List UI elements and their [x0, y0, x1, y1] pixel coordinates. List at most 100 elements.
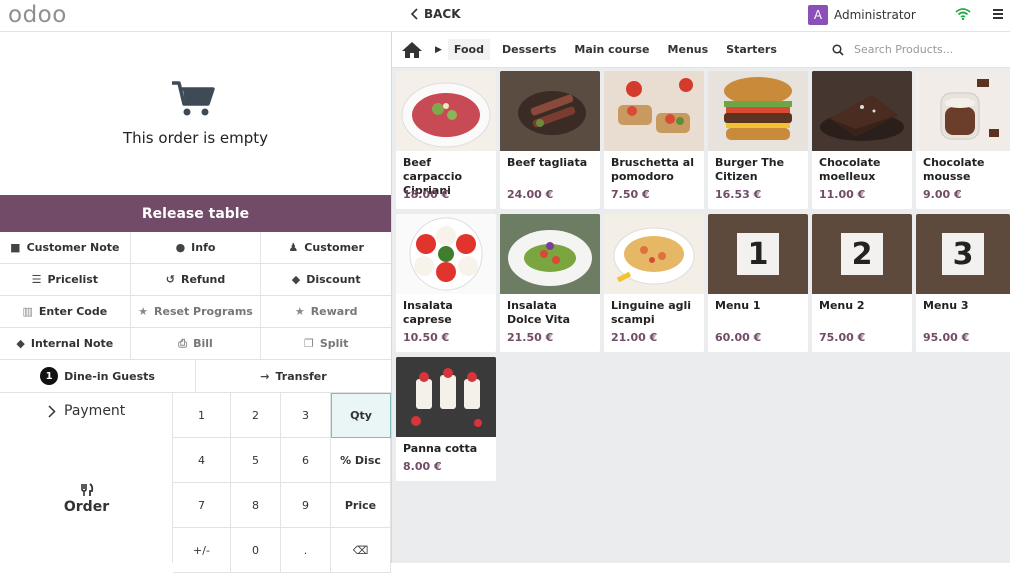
product-card-bruschetta[interactable]: Bruschetta al pomodoro 7.50 € [604, 71, 704, 209]
product-image [396, 71, 496, 151]
avatar: A [808, 5, 828, 25]
home-icon[interactable] [401, 41, 423, 59]
product-card-menu-2[interactable]: 2 Menu 2 75.00 € [812, 214, 912, 352]
refund-button[interactable]: ↺ Refund [131, 264, 262, 295]
product-card-chocolate-mousse[interactable]: Chocolate mousse 9.00 € [916, 71, 1010, 209]
product-image [604, 214, 704, 294]
qty-mode-button[interactable]: Qty [331, 393, 391, 438]
undo-icon: ↺ [165, 273, 175, 286]
transfer-button[interactable]: → Transfer [196, 360, 391, 392]
chevron-left-icon [410, 8, 418, 20]
utensils-icon [80, 483, 93, 496]
tag-icon: ◆ [291, 273, 301, 286]
product-price: 75.00 € [819, 331, 866, 344]
odoo-logo: odoo [8, 2, 67, 28]
numpad-key-6[interactable]: 6 [281, 438, 331, 483]
menu-number-badge: 3 [942, 233, 984, 275]
numpad-key-7[interactable]: 7 [173, 483, 231, 528]
numpad-key-5[interactable]: 5 [231, 438, 281, 483]
payment-button[interactable]: Payment [48, 403, 125, 419]
control-row-4: ◆ Internal Note ⎙ Bill ❐ Split [0, 328, 391, 360]
product-price: 8.00 € [403, 460, 442, 473]
category-food[interactable]: Food [447, 39, 490, 60]
decimal-button[interactable]: . [281, 528, 331, 573]
product-card-chocolate-moelleux[interactable]: Chocolate moelleux 11.00 € [812, 71, 912, 209]
category-starters[interactable]: Starters [720, 39, 783, 60]
control-row-2: ☰ Pricelist ↺ Refund ◆ Discount [0, 264, 391, 296]
numpad-key-3[interactable]: 3 [281, 393, 331, 438]
discount-mode-button[interactable]: % Disc [331, 438, 391, 483]
product-image [500, 214, 600, 294]
product-card-burger[interactable]: Burger The Citizen 16.53 € [708, 71, 808, 209]
product-card-insalata-caprese[interactable]: Insalata caprese 10.50 € [396, 214, 496, 352]
category-main-course[interactable]: Main course [568, 39, 655, 60]
product-price: 7.50 € [611, 188, 650, 201]
product-card-linguine[interactable]: Linguine agli scampi 21.00 € [604, 214, 704, 352]
numpad-key-8[interactable]: 8 [231, 483, 281, 528]
customer-note-button[interactable]: ■ Customer Note [0, 232, 131, 263]
product-price: 21.00 € [611, 331, 658, 344]
category-menus[interactable]: Menus [662, 39, 715, 60]
price-mode-button[interactable]: Price [331, 483, 391, 528]
numpad-key-1[interactable]: 1 [173, 393, 231, 438]
product-image: 3 [916, 214, 1010, 294]
product-card-panna-cotta[interactable]: Panna cotta 8.00 € [396, 357, 496, 481]
split-button[interactable]: ❐ Split [261, 328, 391, 359]
user-icon: ♟ [288, 241, 299, 254]
product-name: Burger The Citizen [715, 156, 785, 183]
print-icon: ⎙ [178, 336, 188, 350]
product-name: Menu 1 [715, 299, 761, 312]
product-name: Bruschetta al pomodoro [611, 156, 694, 183]
category-bar: ▶ Food Desserts Main course Menus Starte… [392, 32, 1010, 68]
back-button[interactable]: BACK [410, 7, 461, 21]
product-image [916, 71, 1010, 151]
release-table-button[interactable]: Release table [0, 195, 391, 232]
product-card-insalata-dolce-vita[interactable]: Insalata Dolce Vita 21.50 € [500, 214, 600, 352]
hamburger-menu-icon[interactable] [993, 9, 1003, 21]
product-image [500, 71, 600, 151]
reset-programs-button[interactable]: ★ Reset Programs [131, 296, 262, 327]
search-products[interactable]: Search Products... [832, 43, 953, 56]
payment-area: Payment Order [0, 393, 173, 563]
dine-in-guests-button[interactable]: 1 Dine-in Guests [0, 360, 196, 392]
reward-button[interactable]: ★ Reward [261, 296, 391, 327]
product-card-beef-tagliata[interactable]: Beef tagliata 24.00 € [500, 71, 600, 209]
tag-icon: ◆ [16, 337, 25, 350]
product-price: 24.00 € [507, 188, 554, 201]
info-button[interactable]: ● Info [131, 232, 262, 263]
pricelist-button[interactable]: ☰ Pricelist [0, 264, 131, 295]
product-card-menu-1[interactable]: 1 Menu 1 60.00 € [708, 214, 808, 352]
user-menu[interactable]: A Administrator [808, 5, 916, 25]
discount-button[interactable]: ◆ Discount [261, 264, 391, 295]
product-card-menu-3[interactable]: 3 Menu 3 95.00 € [916, 214, 1010, 352]
wifi-icon [955, 8, 971, 20]
internal-note-button[interactable]: ◆ Internal Note [0, 328, 131, 359]
customer-button[interactable]: ♟ Customer [261, 232, 391, 263]
control-row-3: ▥ Enter Code ★ Reset Programs ★ Reward [0, 296, 391, 328]
product-image [812, 71, 912, 151]
product-card-beef-carpaccio[interactable]: Beef carpaccio Cipriani 18.00 € [396, 71, 496, 209]
product-name: Chocolate mousse [923, 156, 985, 183]
enter-code-button[interactable]: ▥ Enter Code [0, 296, 131, 327]
guests-count-badge: 1 [40, 367, 59, 385]
plus-minus-button[interactable]: +/- [173, 528, 231, 573]
numpad-key-9[interactable]: 9 [281, 483, 331, 528]
product-image [708, 71, 808, 151]
product-name: Menu 2 [819, 299, 865, 312]
product-name: Menu 3 [923, 299, 969, 312]
search-icon [832, 43, 844, 56]
numpad-key-2[interactable]: 2 [231, 393, 281, 438]
product-catalog: ▶ Food Desserts Main course Menus Starte… [392, 32, 1010, 563]
search-input[interactable]: Search Products... [854, 43, 953, 56]
order-empty-state: This order is empty [0, 32, 391, 195]
category-desserts[interactable]: Desserts [496, 39, 562, 60]
user-name: Administrator [834, 8, 916, 22]
numpad-key-4[interactable]: 4 [173, 438, 231, 483]
product-name: Panna cotta [403, 442, 478, 455]
numpad-key-0[interactable]: 0 [231, 528, 281, 573]
bill-button[interactable]: ⎙ Bill [131, 328, 262, 359]
order-button[interactable]: Order [0, 483, 173, 515]
backspace-button[interactable]: ⌫ [331, 528, 391, 573]
product-price: 9.00 € [923, 188, 962, 201]
numpad: 1 2 3 Qty 4 5 6 % Disc 7 8 9 Price +/- 0… [173, 393, 391, 573]
